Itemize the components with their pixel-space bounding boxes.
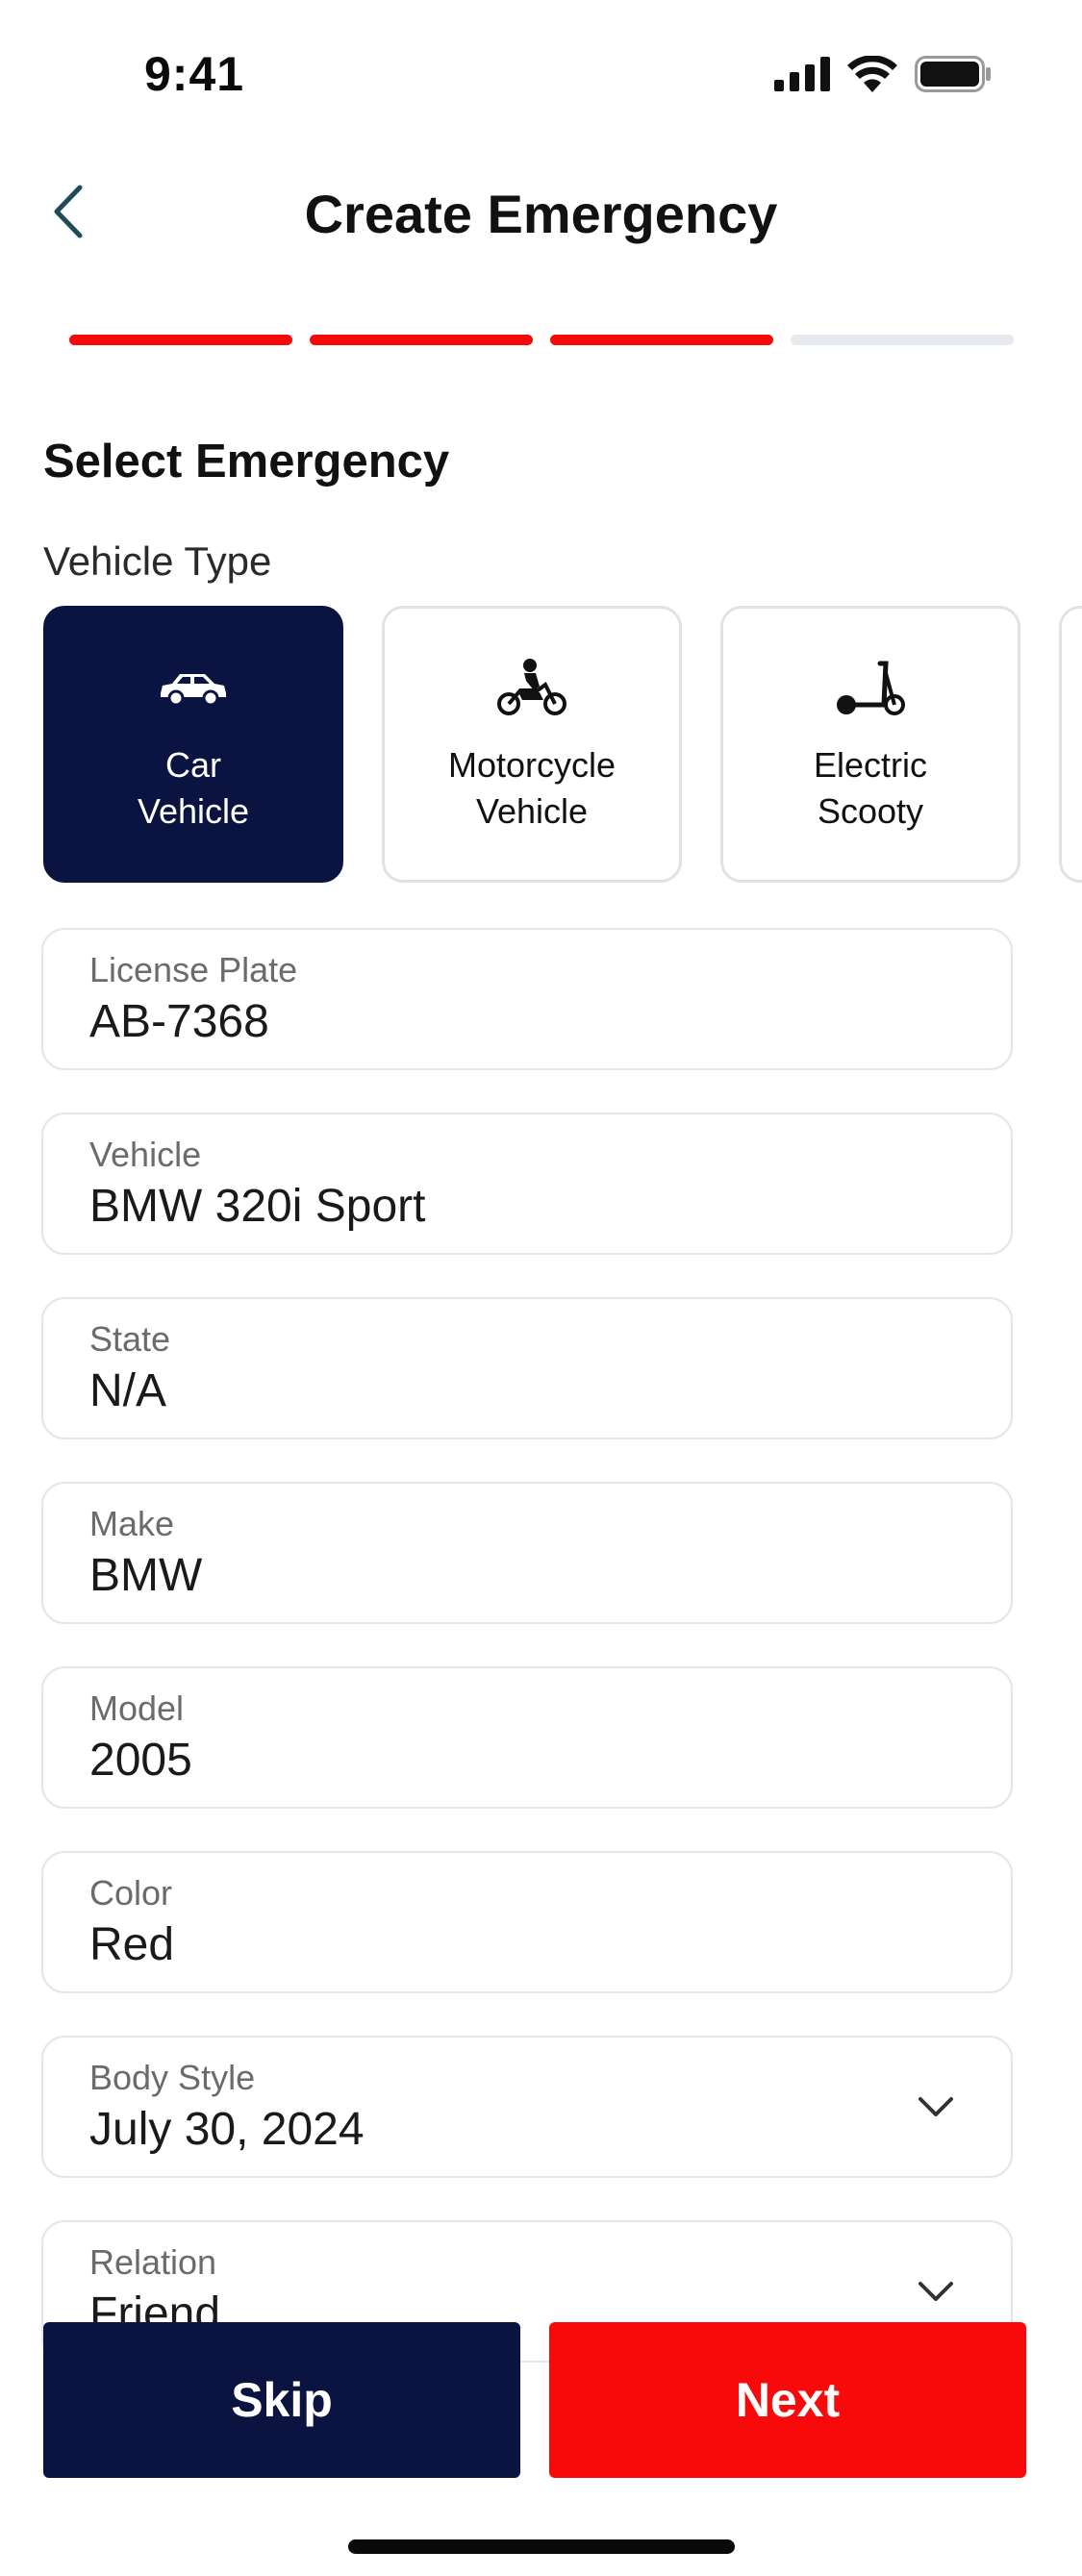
section-title: Select Emergency <box>43 436 450 488</box>
vehicle-card-label: Electric Scooty <box>813 745 928 831</box>
chevron-down-icon <box>918 2282 953 2301</box>
field-label: Relation <box>89 2242 217 2282</box>
license-plate-value[interactable]: AB-7368 <box>89 991 965 1053</box>
progress-step-3 <box>550 335 773 345</box>
field-label: License Plate <box>89 950 298 989</box>
body-style-value: July 30, 2024 <box>89 2104 365 2155</box>
body-style-select[interactable]: Body Style July 30, 2024 <box>41 2036 1013 2178</box>
field-label: Vehicle <box>89 1135 202 1174</box>
status-time: 9:41 <box>144 47 245 101</box>
chevron-down-icon <box>918 2097 953 2116</box>
progress-step-2 <box>310 335 533 345</box>
state-value[interactable]: N/A <box>89 1361 965 1422</box>
license-plate-field[interactable]: License Plate AB-7368 <box>41 928 1013 1070</box>
model-field[interactable]: Model 2005 <box>41 1666 1013 1809</box>
field-label: Body Style <box>89 2058 256 2097</box>
vehicle-card-scooter[interactable]: Electric Scooty <box>720 606 1020 883</box>
vehicle-field[interactable]: Vehicle BMW 320i Sport <box>41 1113 1013 1255</box>
progress-step-4 <box>791 335 1014 345</box>
cellular-signal-icon <box>774 57 830 91</box>
page-title: Create Emergency <box>304 184 778 244</box>
vehicle-card-motorcycle[interactable]: Motorcycle Vehicle <box>382 606 682 883</box>
color-value[interactable]: Red <box>89 1914 965 1976</box>
vehicle-value[interactable]: BMW 320i Sport <box>89 1176 965 1238</box>
model-value[interactable]: 2005 <box>89 1730 965 1791</box>
vehicle-card-label: Car Vehicle <box>137 745 250 831</box>
make-field[interactable]: Make BMW <box>41 1482 1013 1624</box>
progress-step-1 <box>69 335 292 345</box>
vehicle-type-label: Vehicle Type <box>43 538 272 584</box>
state-field[interactable]: State N/A <box>41 1297 1013 1439</box>
home-indicator <box>348 2539 735 2554</box>
vehicle-form: License Plate AB-7368 Vehicle BMW 320i S… <box>41 928 1013 2365</box>
make-value[interactable]: BMW <box>89 1545 965 1607</box>
screen: 9:41 Create Emergency Select Emergency V… <box>0 0 1082 2576</box>
field-label: State <box>89 1319 171 1359</box>
field-label: Model <box>89 1688 185 1728</box>
color-field[interactable]: Color Red <box>41 1851 1013 1993</box>
vehicle-card-label: Motorcycle Vehicle <box>447 745 616 831</box>
battery-icon <box>915 56 991 92</box>
vehicle-card-car[interactable]: Car Vehicle <box>43 606 343 883</box>
car-icon <box>161 674 226 707</box>
skip-button[interactable]: Skip <box>43 2322 520 2478</box>
step-progress <box>69 335 1014 345</box>
action-bar: Skip Next <box>43 2322 1026 2478</box>
field-label: Make <box>89 1504 175 1543</box>
vehicle-card-more[interactable] <box>1059 606 1082 883</box>
next-button[interactable]: Next <box>549 2322 1026 2478</box>
motorcycle-icon <box>497 659 566 715</box>
field-label: Color <box>89 1873 173 1913</box>
vehicle-type-carousel[interactable]: Car Vehicle Motorcycle Vehicle Electric … <box>43 606 1082 883</box>
wifi-icon <box>847 56 897 92</box>
status-icons <box>774 56 992 92</box>
scooter-icon <box>837 661 905 715</box>
